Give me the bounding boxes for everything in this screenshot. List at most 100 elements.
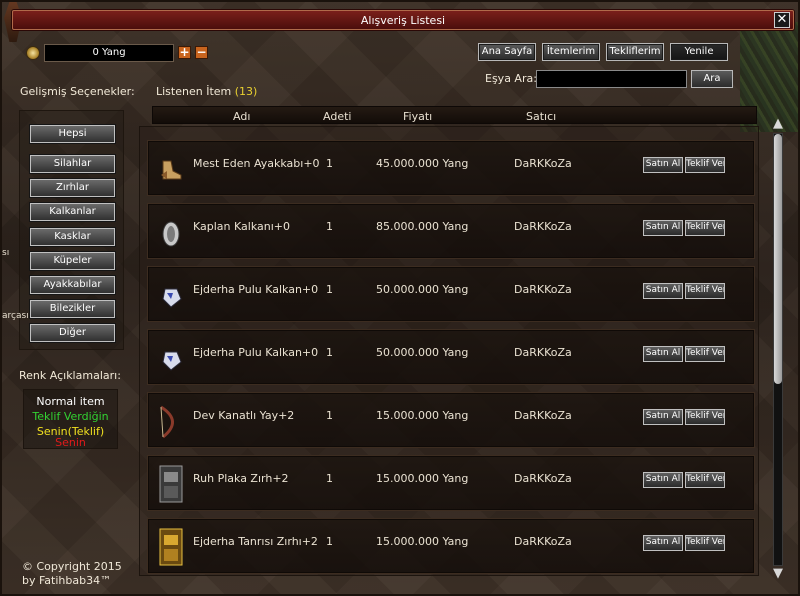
offer-button[interactable]: Teklif Ver	[685, 472, 725, 488]
buy-button[interactable]: Satın Al	[643, 283, 683, 299]
item-seller: DaRKKoZa	[514, 283, 572, 296]
boots-icon	[161, 160, 182, 180]
item-quantity: 1	[326, 472, 333, 485]
item-quantity: 1	[326, 535, 333, 548]
item-seller: DaRKKoZa	[514, 472, 572, 485]
column-header-price: Fiyatı	[403, 110, 433, 123]
gold-coin-icon	[26, 46, 40, 60]
item-seller: DaRKKoZa	[514, 157, 572, 170]
column-header-quantity: Adeti	[323, 110, 352, 123]
offer-button[interactable]: Teklif Ver	[685, 535, 725, 551]
item-quantity: 1	[326, 157, 333, 170]
item-seller: DaRKKoZa	[514, 346, 572, 359]
dragon-shield-icon	[162, 288, 182, 308]
search-input[interactable]	[536, 70, 687, 88]
category-armors-button[interactable]: Zırhlar	[30, 179, 115, 197]
window-title: Alışveriş Listesi	[360, 14, 446, 27]
advanced-options-label: Gelişmiş Seçenekler:	[20, 85, 135, 98]
search-label: Eşya Ara:	[485, 72, 537, 85]
item-name: Dev Kanatlı Yay+2	[193, 409, 295, 422]
title-bar[interactable]: Alışveriş Listesi ✕	[12, 10, 794, 30]
category-earrings-button[interactable]: Küpeler	[30, 252, 115, 270]
offer-button[interactable]: Teklif Ver	[685, 220, 725, 236]
table-row[interactable]: Ejderha Pulu Kalkan+0 1 50.000.000 Yang …	[147, 329, 755, 385]
offer-button[interactable]: Teklif Ver	[685, 283, 725, 299]
buy-button[interactable]: Satın Al	[643, 220, 683, 236]
category-shields-button[interactable]: Kalkanlar	[30, 203, 115, 221]
scroll-down-arrow-icon[interactable]: ▼	[770, 567, 786, 581]
item-seller: DaRKKoZa	[514, 220, 572, 233]
legend-normal-item: Normal item	[36, 395, 105, 408]
scroll-track[interactable]	[773, 133, 783, 566]
offer-button[interactable]: Teklif Ver	[685, 409, 725, 425]
item-price: 85.000.000 Yang	[376, 220, 469, 233]
buy-button[interactable]: Satın Al	[643, 346, 683, 362]
gold-armor-icon	[159, 528, 183, 566]
increase-button[interactable]: +	[178, 46, 191, 59]
copyright-line-2: by Fatihbab34™	[22, 574, 112, 587]
bow-icon	[160, 405, 174, 439]
listed-items-count: (13)	[234, 85, 258, 98]
item-price: 15.000.000 Yang	[376, 409, 469, 422]
table-row[interactable]: Ejderha Tanrısı Zırhı+2 1 15.000.000 Yan…	[147, 518, 755, 574]
item-quantity: 1	[326, 220, 333, 233]
table-row[interactable]: Ejderha Pulu Kalkan+0 1 50.000.000 Yang …	[147, 266, 755, 322]
color-legend-label: Renk Açıklamaları:	[19, 369, 121, 382]
edge-text-2: arçası	[2, 311, 29, 321]
plate-armor-icon	[159, 465, 183, 503]
item-seller: DaRKKoZa	[514, 409, 572, 422]
yang-amount-field: 0 Yang	[44, 44, 174, 62]
my-offers-button[interactable]: Tekliflerim	[606, 43, 664, 61]
offer-button[interactable]: Teklif Ver	[685, 157, 725, 173]
close-icon: ✕	[776, 12, 788, 27]
item-seller: DaRKKoZa	[514, 535, 572, 548]
buy-button[interactable]: Satın Al	[643, 409, 683, 425]
item-price: 15.000.000 Yang	[376, 472, 469, 485]
category-weapons-button[interactable]: Silahlar	[30, 155, 115, 173]
item-price: 50.000.000 Yang	[376, 346, 469, 359]
item-name: Ejderha Pulu Kalkan+0	[193, 346, 319, 359]
category-helmets-button[interactable]: Kasklar	[30, 228, 115, 246]
shopping-list-window: Alışveriş Listesi ✕ 0 Yang + − Ana Sayfa…	[0, 0, 800, 596]
buy-button[interactable]: Satın Al	[643, 157, 683, 173]
scroll-up-arrow-icon[interactable]: ▲	[770, 117, 786, 131]
table-row[interactable]: Mest Eden Ayakkabı+0 1 45.000.000 Yang D…	[147, 140, 755, 196]
table-header: Adı Adeti Fiyatı Satıcı	[152, 106, 757, 124]
refresh-button[interactable]: Yenile	[670, 43, 728, 61]
table-row[interactable]: Dev Kanatlı Yay+2 1 15.000.000 Yang DaRK…	[147, 392, 755, 448]
item-price: 15.000.000 Yang	[376, 535, 469, 548]
column-header-name: Adı	[233, 110, 251, 123]
item-price: 45.000.000 Yang	[376, 157, 469, 170]
column-header-seller: Satıcı	[526, 110, 557, 123]
close-button[interactable]: ✕	[774, 12, 790, 28]
table-row[interactable]: Kaplan Kalkanı+0 1 85.000.000 Yang DaRKK…	[147, 203, 755, 259]
my-items-button[interactable]: İtemlerim	[542, 43, 600, 61]
shield-icon	[162, 221, 180, 247]
category-other-button[interactable]: Diğer	[30, 324, 115, 342]
copyright: © Copyright 2015 by Fatihbab34™	[22, 560, 122, 588]
search-button[interactable]: Ara	[691, 70, 733, 88]
buy-button[interactable]: Satın Al	[643, 472, 683, 488]
item-name: Ruh Plaka Zırh+2	[193, 472, 289, 485]
home-page-button[interactable]: Ana Sayfa	[478, 43, 536, 61]
copyright-line-1: © Copyright 2015	[22, 560, 122, 573]
category-shoes-button[interactable]: Ayakkabılar	[30, 276, 115, 294]
item-price: 50.000.000 Yang	[376, 283, 469, 296]
item-name: Ejderha Pulu Kalkan+0	[193, 283, 319, 296]
decrease-button[interactable]: −	[195, 46, 208, 59]
edge-text-1: sı	[2, 248, 10, 258]
table-row[interactable]: Ruh Plaka Zırh+2 1 15.000.000 Yang DaRKK…	[147, 455, 755, 511]
item-quantity: 1	[326, 346, 333, 359]
item-name: Kaplan Kalkanı+0	[193, 220, 290, 233]
color-legend: Normal item Teklif Verdiğin Senin(Teklif…	[23, 389, 118, 449]
buy-button[interactable]: Satın Al	[643, 535, 683, 551]
listed-items-title: Listenen İtem	[156, 85, 232, 98]
scroll-thumb[interactable]	[774, 134, 782, 384]
category-bracelets-button[interactable]: Bilezikler	[30, 300, 115, 318]
item-quantity: 1	[326, 409, 333, 422]
category-all-button[interactable]: Hepsi	[30, 125, 115, 143]
offer-button[interactable]: Teklif Ver	[685, 346, 725, 362]
vertical-scrollbar[interactable]: ▲ ▼	[770, 117, 786, 582]
listed-items-label: Listenen İtem (13)	[156, 85, 257, 98]
dragon-shield-icon	[162, 351, 182, 371]
